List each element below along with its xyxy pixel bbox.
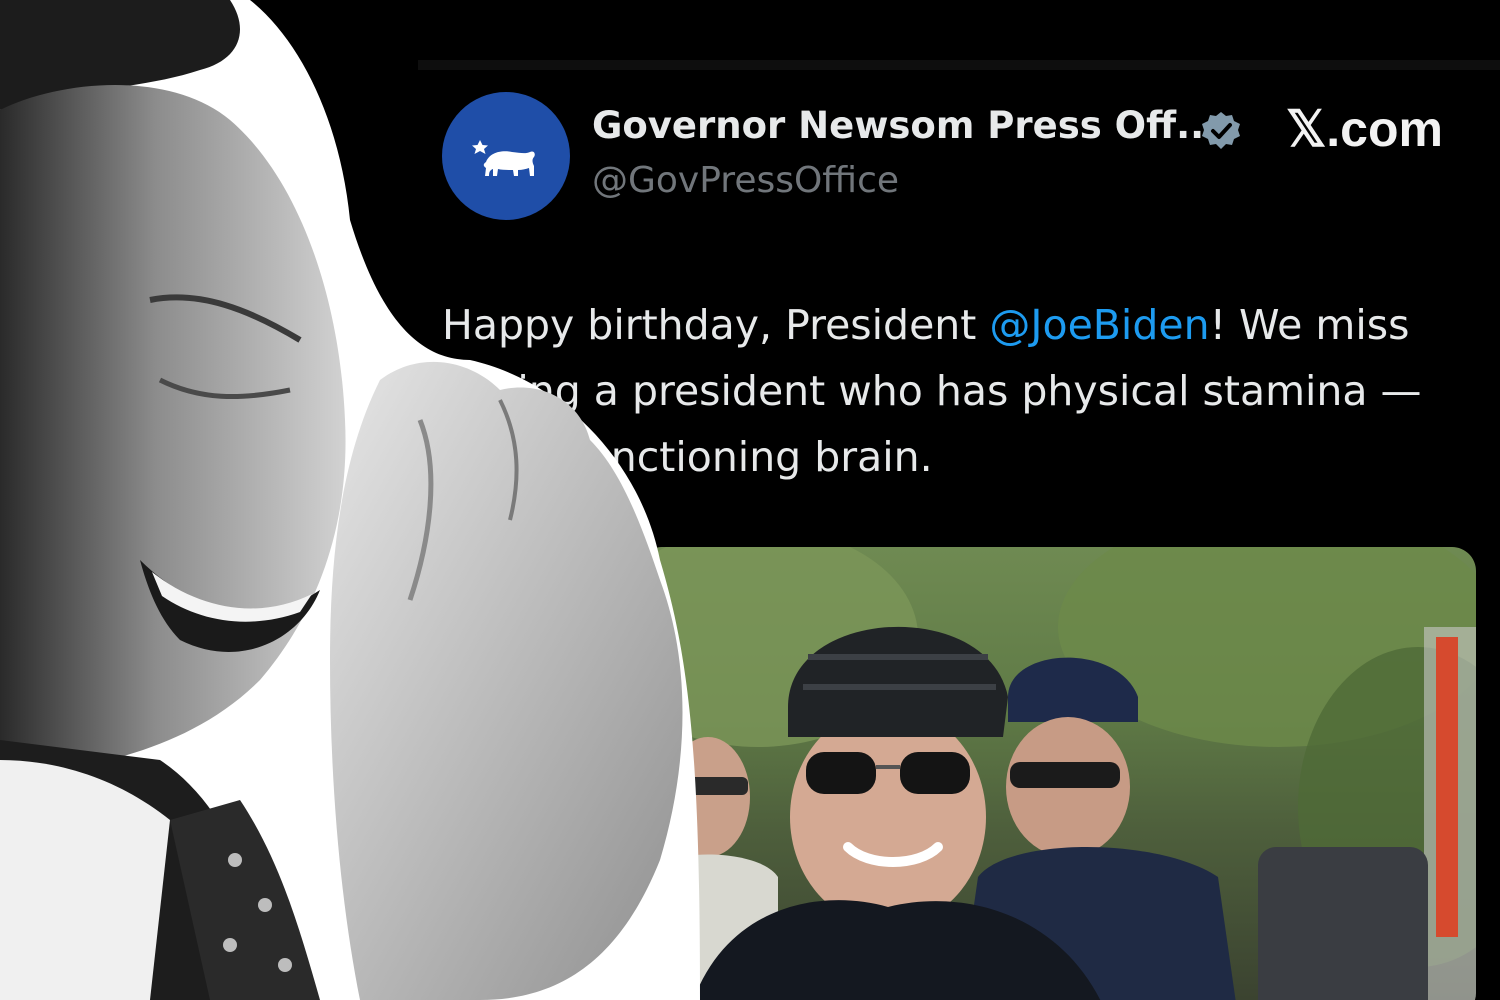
verified-badge-icon	[1202, 112, 1240, 149]
photo-cyclists-icon	[638, 547, 1476, 1000]
tweet-media-photo[interactable]	[638, 547, 1476, 1000]
tweet-text-part: ! We miss	[1209, 301, 1410, 349]
screenshot-canvas: Governor Newsom Press Off... @GovPressOf…	[0, 0, 1500, 1000]
site-watermark: 𝕏.com	[1286, 101, 1443, 157]
overlay-portrait-photo	[0, 0, 700, 1000]
mention-link[interactable]: @JoeBiden	[989, 301, 1209, 349]
photo-laughing-man-icon	[0, 0, 700, 1000]
